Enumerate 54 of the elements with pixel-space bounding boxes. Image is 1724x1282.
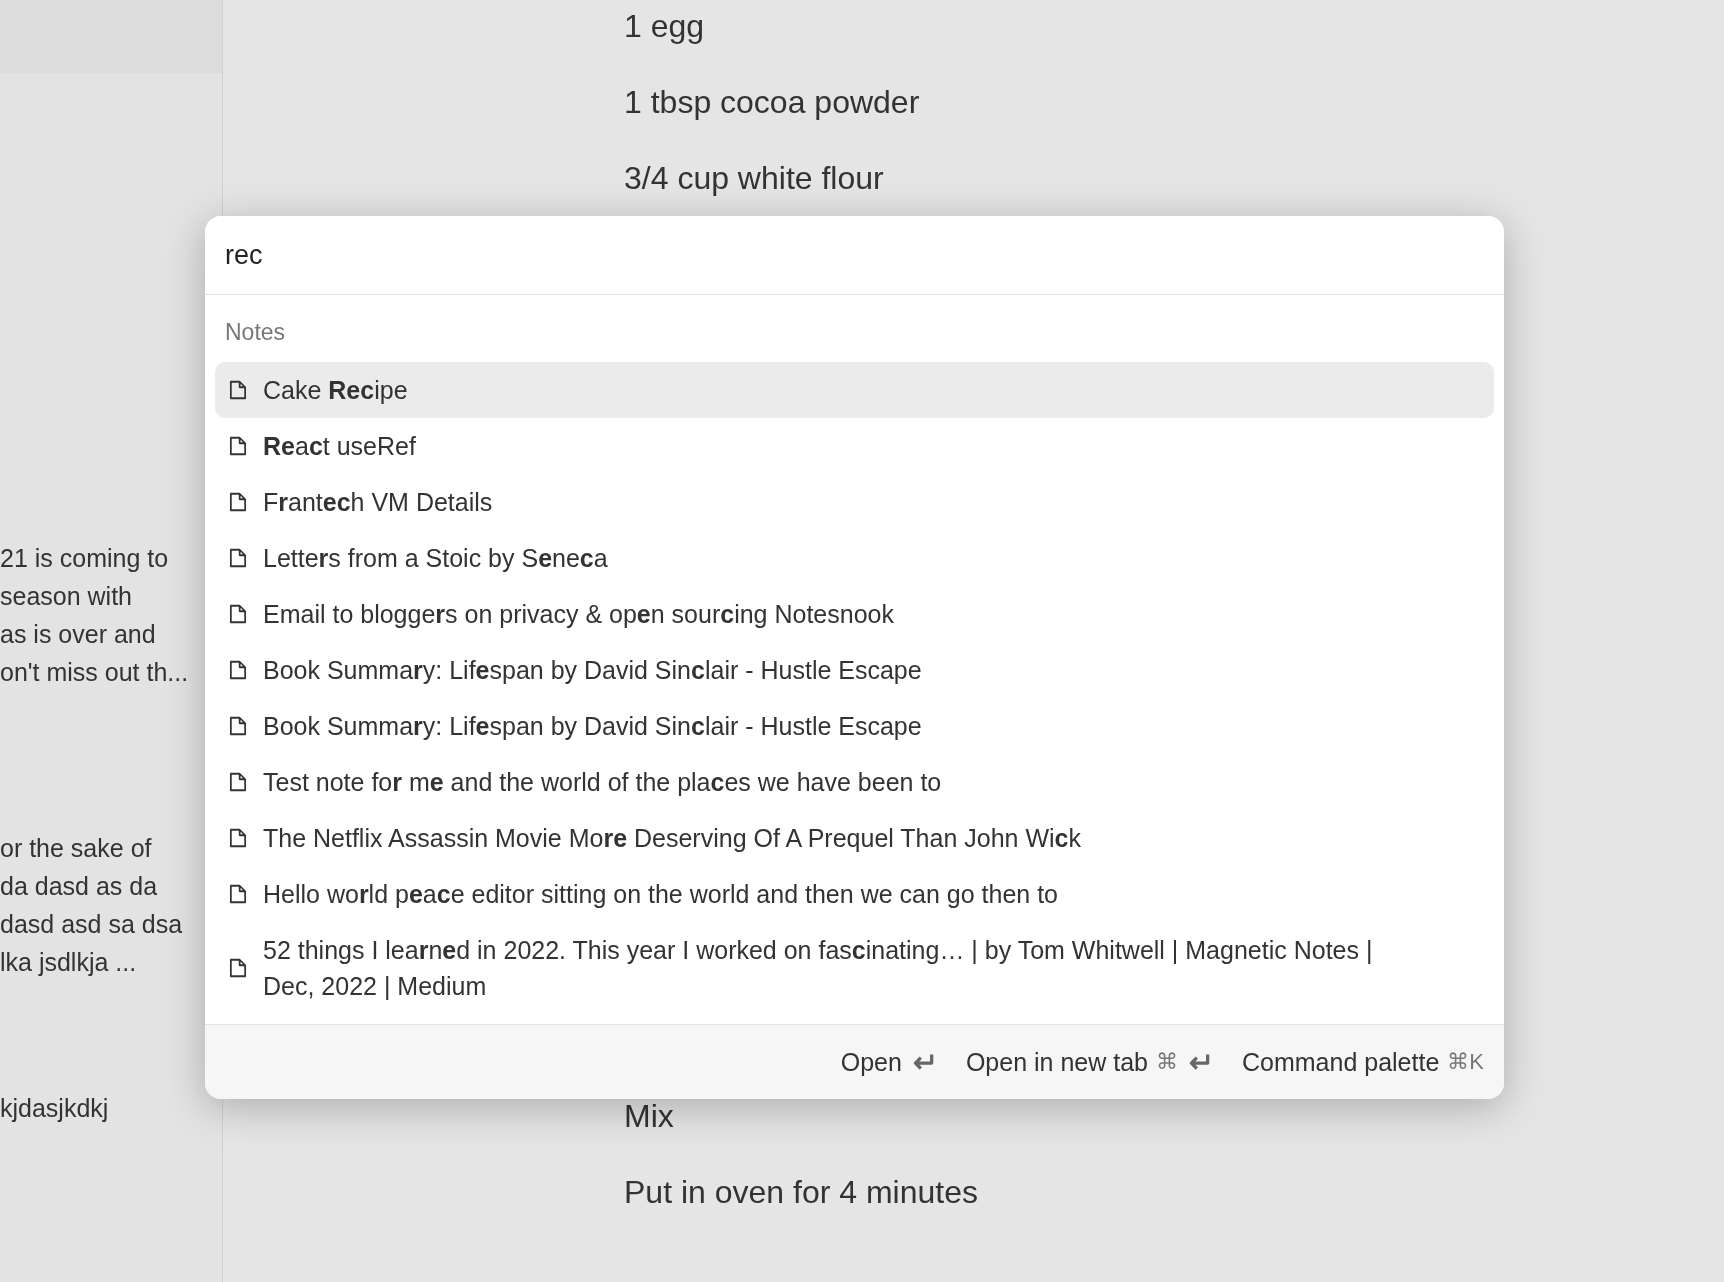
editor-line: 1 tbsp cocoa powder [624,83,920,122]
document-icon [227,659,249,681]
result-title: Email to bloggers on privacy & open sourcing Notesnook [263,599,894,630]
result-title: 52 things I learned in 2022. This year I worked on fascinating… | by Tom Whitwell | Magnetic Notes | Dec, 2022 | Medium [263,935,1374,1002]
result-item[interactable]: Frantech VM Details [215,474,1494,530]
result-item[interactable]: Cake Recipe [215,362,1494,418]
result-item[interactable]: The Netflix Assassin Movie More Deserving Of A Prequel Than John Wick [215,810,1494,866]
result-item[interactable]: Email to bloggers on privacy & open sourcing Notesnook [215,586,1494,642]
result-item[interactable]: Book Summary: Lifespan by David Sinclair - Hustle Escape [215,698,1494,754]
document-icon [227,435,249,457]
note-preview-line: as is over and [0,619,156,650]
document-icon [227,771,249,793]
shortcut-key: ⌘K [1447,1049,1484,1075]
editor-line: Mix [624,1097,674,1136]
result-title: React useRef [263,431,416,462]
editor-line: Put in oven for 4 minutes [624,1173,978,1212]
result-item[interactable]: Letters from a Stoic by Seneca [215,530,1494,586]
editor-line: 1 egg [624,7,705,46]
action-label: Command palette [1242,1047,1440,1077]
result-item[interactable]: Test note for me and the world of the places we have been to [215,754,1494,810]
result-title: Frantech VM Details [263,487,493,518]
result-title: Book Summary: Lifespan by David Sinclair - Hustle Escape [263,655,922,686]
action-label: Open in new tab [965,1047,1148,1077]
result-title: Book Summary: Lifespan by David Sinclair - Hustle Escape [263,711,922,742]
editor-line: 3/4 cup white flour [624,159,884,198]
search-field[interactable]: rec [205,216,1504,295]
document-icon [227,547,249,569]
note-preview-line: season with [0,581,133,612]
shortcut-key: ⌘ [1156,1049,1178,1075]
note-preview-line: on't miss out th... [0,657,189,688]
result-item[interactable]: React useRef [215,418,1494,474]
document-icon [227,379,249,401]
result-item[interactable]: Book Summary: Lifespan by David Sinclair - Hustle Escape [215,642,1494,698]
document-icon [227,715,249,737]
note-preview-line: kjdasjkdkj [0,1093,109,1124]
result-title: Cake Recipe [263,375,408,406]
document-icon [227,957,249,979]
document-icon [227,491,249,513]
result-title: The Netflix Assassin Movie More Deserving Of A Prequel Than John Wick [263,823,1081,854]
result-item[interactable]: 52 things I learned in 2022. This year I worked on fascinating… | by Tom Whitwell | Magnetic Notes | Dec, 2022 | Medium [215,922,1494,1014]
note-preview-line: or the sake of [0,833,152,864]
note-preview-line: da dasd as da [0,871,158,902]
result-title: Hello world peace editor sitting on the world and then we can go then to [263,879,1058,910]
group-label: Notes [224,318,287,347]
result-item[interactable]: Hello world peace editor sitting on the world and then we can go then to [215,866,1494,922]
result-title: Test note for me and the world of the places we have been to [263,767,942,798]
note-preview-line: 21 is coming to [0,543,169,574]
note-preview-line: dasd asd sa dsa [0,909,183,940]
document-icon [227,827,249,849]
result-title: Letters from a Stoic by Seneca [263,543,608,574]
document-icon [227,883,249,905]
note-preview-line: lka jsdlkja ... [0,947,137,978]
document-icon [227,603,249,625]
action-label: Open [840,1047,902,1077]
